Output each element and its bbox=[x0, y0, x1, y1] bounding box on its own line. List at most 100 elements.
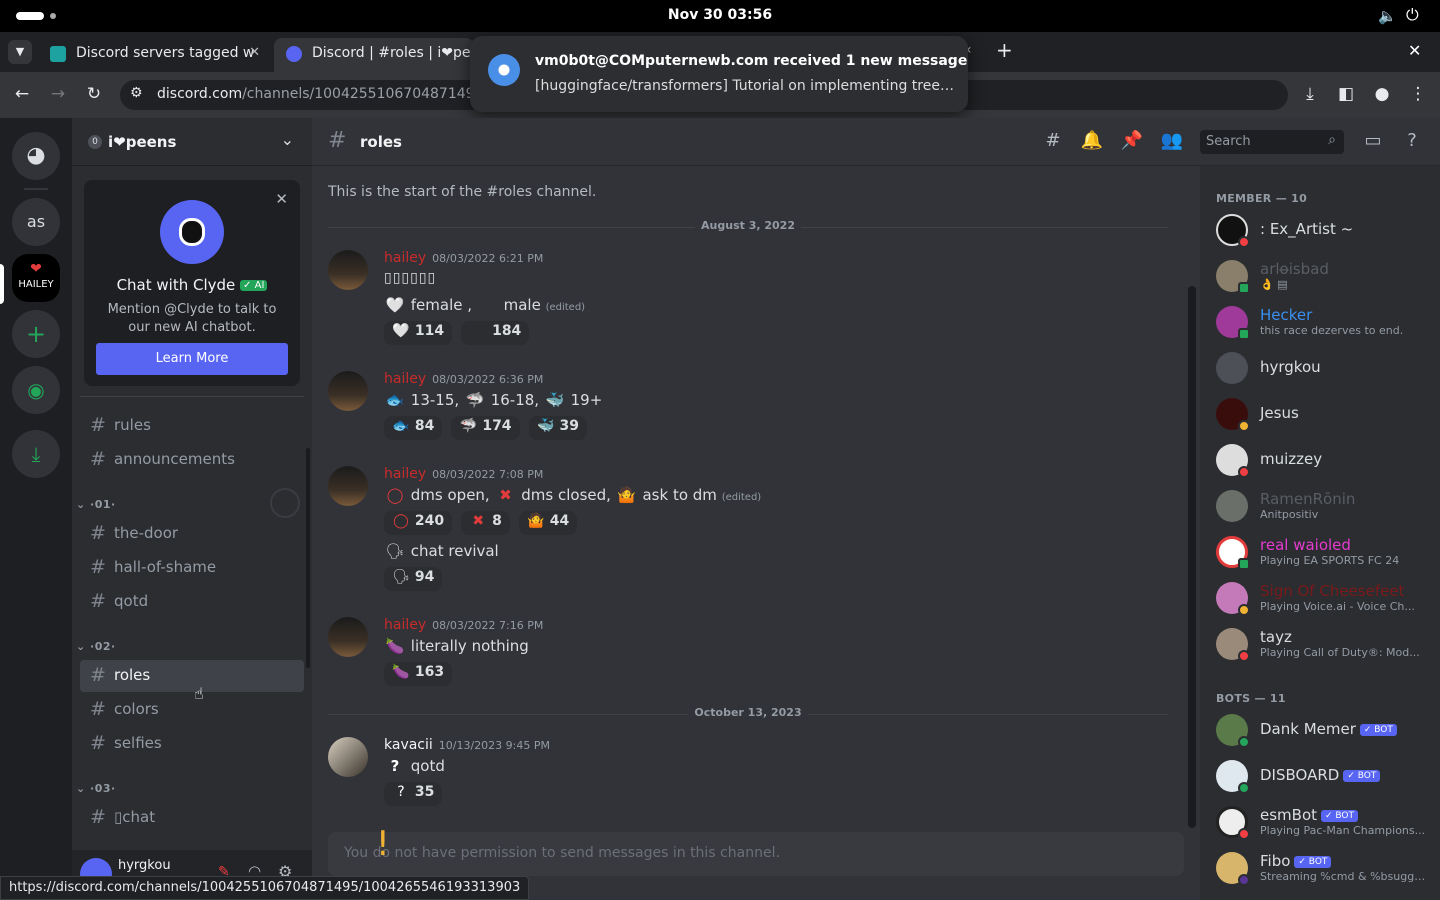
avatar[interactable] bbox=[328, 371, 368, 411]
forward-icon[interactable]: → bbox=[47, 84, 69, 104]
profile-icon[interactable]: ● bbox=[1371, 84, 1393, 104]
power-icon[interactable]: ⏻ bbox=[1406, 5, 1419, 25]
reload-icon[interactable]: ↻ bbox=[83, 84, 105, 104]
reaction[interactable]: ◯ 240 bbox=[384, 511, 453, 535]
role-label: 16-18, bbox=[490, 391, 540, 409]
server-as[interactable]: as bbox=[12, 198, 60, 246]
channel-the-door[interactable]: # the-door bbox=[80, 518, 304, 550]
reaction[interactable]: 184 bbox=[461, 321, 530, 345]
role-label: qotd bbox=[410, 757, 445, 775]
help-icon[interactable]: ? bbox=[1400, 130, 1424, 151]
channel-colors[interactable]: # colors bbox=[80, 694, 304, 726]
channel-chat[interactable]: # ▯chat bbox=[80, 802, 304, 834]
reaction[interactable]: 🐟 84 bbox=[384, 416, 443, 440]
server-hailey[interactable]: ❤ HAILEY bbox=[12, 254, 60, 302]
avatar[interactable] bbox=[328, 466, 368, 506]
back-icon[interactable]: ← bbox=[11, 84, 33, 104]
notification-bell-icon[interactable]: 🔔 bbox=[1080, 130, 1104, 151]
reaction[interactable]: 🤷 44 bbox=[518, 511, 578, 535]
new-tab-icon[interactable]: + bbox=[996, 38, 1013, 62]
channel-label: ▯chat bbox=[114, 808, 156, 826]
avatar[interactable] bbox=[328, 617, 368, 657]
author-name[interactable]: hailey bbox=[384, 617, 426, 633]
member-status: Playing EA SPORTS FC 24 bbox=[1260, 554, 1400, 567]
discord-home-icon[interactable]: ◕ bbox=[12, 132, 60, 180]
channel-qotd[interactable]: # qotd bbox=[80, 586, 304, 618]
threads-icon[interactable]: # bbox=[1041, 130, 1065, 151]
online-status-icon bbox=[1238, 782, 1250, 794]
download-icon[interactable]: ⤓ bbox=[1299, 84, 1321, 104]
author-name[interactable]: hailey bbox=[384, 466, 426, 482]
member-item[interactable]: hyrgkou bbox=[1216, 348, 1440, 388]
sidebar-scrollbar[interactable] bbox=[306, 448, 310, 668]
reaction-count: 174 bbox=[482, 418, 512, 434]
bot-item[interactable]: DISBOARD ✓ BOT bbox=[1216, 756, 1440, 796]
close-window-icon[interactable]: ✕ bbox=[1408, 41, 1421, 60]
member-item[interactable]: real waioled Playing EA SPORTS FC 24 bbox=[1216, 532, 1440, 572]
ai-badge: ✓ AI bbox=[240, 280, 268, 291]
explore-compass-icon[interactable]: ◉ bbox=[12, 366, 60, 414]
download-apps-icon[interactable]: ⤓ bbox=[12, 430, 60, 478]
chat-scrollbar[interactable] bbox=[1188, 286, 1196, 828]
bot-item[interactable]: Fibo ✓ BOT Streaming %cmd & %bsugges... bbox=[1216, 848, 1440, 888]
channel-roles[interactable]: # roles bbox=[80, 660, 304, 692]
clyde-promo-card: ✕ Chat with Clyde ✓ AI Mention @Clyde to… bbox=[84, 180, 300, 386]
member-item[interactable]: muizzey bbox=[1216, 440, 1440, 480]
volume-icon[interactable]: 🔈 bbox=[1378, 7, 1397, 25]
search-input[interactable]: Search ⌕ bbox=[1200, 130, 1344, 154]
member-item[interactable]: tayz Playing Call of Duty®: Mod... bbox=[1216, 624, 1440, 664]
member-item[interactable]: Jesus bbox=[1216, 394, 1440, 434]
reaction[interactable]: 🤍 114 bbox=[384, 321, 453, 345]
tab-search-button[interactable]: ▼ bbox=[8, 40, 32, 64]
category-label: ·03· bbox=[90, 782, 116, 795]
author-name[interactable]: kavacii bbox=[384, 737, 433, 753]
member-item[interactable]: Hecker this race dezerves to end. bbox=[1216, 302, 1440, 342]
member-list-icon[interactable]: 👥 bbox=[1160, 130, 1184, 151]
close-icon[interactable]: ✕ bbox=[275, 190, 288, 208]
author-name[interactable]: hailey bbox=[384, 250, 426, 266]
category-01[interactable]: ⌄ ·01· bbox=[76, 498, 116, 511]
desktop-notification[interactable]: vm0b0t@COMputernewb.com received 1 new m… bbox=[470, 36, 968, 112]
member-status: 👌 ▤ bbox=[1260, 278, 1288, 291]
bot-item[interactable]: Dank Memer ✓ BOT bbox=[1216, 710, 1440, 750]
channel-selfies[interactable]: # selfies bbox=[80, 728, 304, 760]
side-panel-icon[interactable]: ◧ bbox=[1335, 84, 1357, 104]
member-name: Hecker bbox=[1260, 306, 1313, 324]
close-tab-icon[interactable]: ✕ bbox=[249, 45, 260, 60]
category-03[interactable]: ⌄ ·03· bbox=[76, 782, 116, 795]
message-text: 🍆 literally nothing bbox=[384, 637, 529, 655]
tab-discord-roles[interactable]: Discord | #roles | i❤pee bbox=[274, 38, 474, 72]
member-item[interactable]: arlo̶isbad 👌 ▤ bbox=[1216, 256, 1440, 296]
channel-rules[interactable]: # rules bbox=[80, 410, 304, 442]
inbox-icon[interactable]: ▭ bbox=[1361, 130, 1385, 151]
avatar[interactable] bbox=[328, 250, 368, 290]
reaction[interactable]: 🐳 39 bbox=[528, 416, 588, 440]
server-header[interactable]: 0 i❤peens ⌄ bbox=[72, 118, 312, 166]
site-info-icon[interactable]: ⚙ bbox=[130, 85, 143, 101]
member-item[interactable]: RamenRōnin Anitpositiv bbox=[1216, 486, 1440, 526]
role-label: dms open, bbox=[410, 486, 490, 504]
notification-app-icon bbox=[488, 54, 520, 86]
member-item[interactable]: Sign Of Cheesefeet Playing Voice.ai - Voi… bbox=[1216, 578, 1440, 618]
pin-icon[interactable]: 📌 bbox=[1120, 130, 1144, 151]
reaction[interactable]: ✖ 8 bbox=[461, 511, 510, 535]
channel-announcements[interactable]: # announcements bbox=[80, 444, 304, 476]
reaction[interactable]: 🦈 174 bbox=[451, 416, 520, 440]
category-02[interactable]: ⌄ ·02· bbox=[76, 640, 116, 653]
avatar[interactable] bbox=[328, 737, 368, 777]
user-name[interactable]: hyrgkou bbox=[118, 858, 171, 873]
channel-hall-of-shame[interactable]: # hall-of-shame bbox=[80, 552, 304, 584]
reaction[interactable]: 🗣 94 bbox=[384, 567, 443, 591]
os-clock[interactable]: Nov 30 03:56 bbox=[0, 7, 1440, 23]
reaction[interactable]: 🍆 163 bbox=[384, 662, 453, 686]
member-item[interactable]: : Ex_Artist ~ bbox=[1216, 210, 1440, 250]
author-name[interactable]: hailey bbox=[384, 371, 426, 387]
add-server-icon[interactable]: + bbox=[12, 310, 60, 358]
tab-discord-servers[interactable]: Discord servers tagged w ✕ bbox=[38, 38, 270, 72]
hash-icon: # bbox=[90, 448, 106, 470]
bot-item[interactable]: esmBot ✓ BOT Playing Pac-Man Champions... bbox=[1216, 802, 1440, 842]
reaction[interactable]: ? 35 bbox=[384, 782, 443, 806]
learn-more-button[interactable]: Learn More bbox=[96, 343, 288, 375]
chevron-down-icon[interactable]: ⌄ bbox=[281, 130, 294, 149]
menu-kebab-icon[interactable]: ⋮ bbox=[1407, 84, 1429, 104]
